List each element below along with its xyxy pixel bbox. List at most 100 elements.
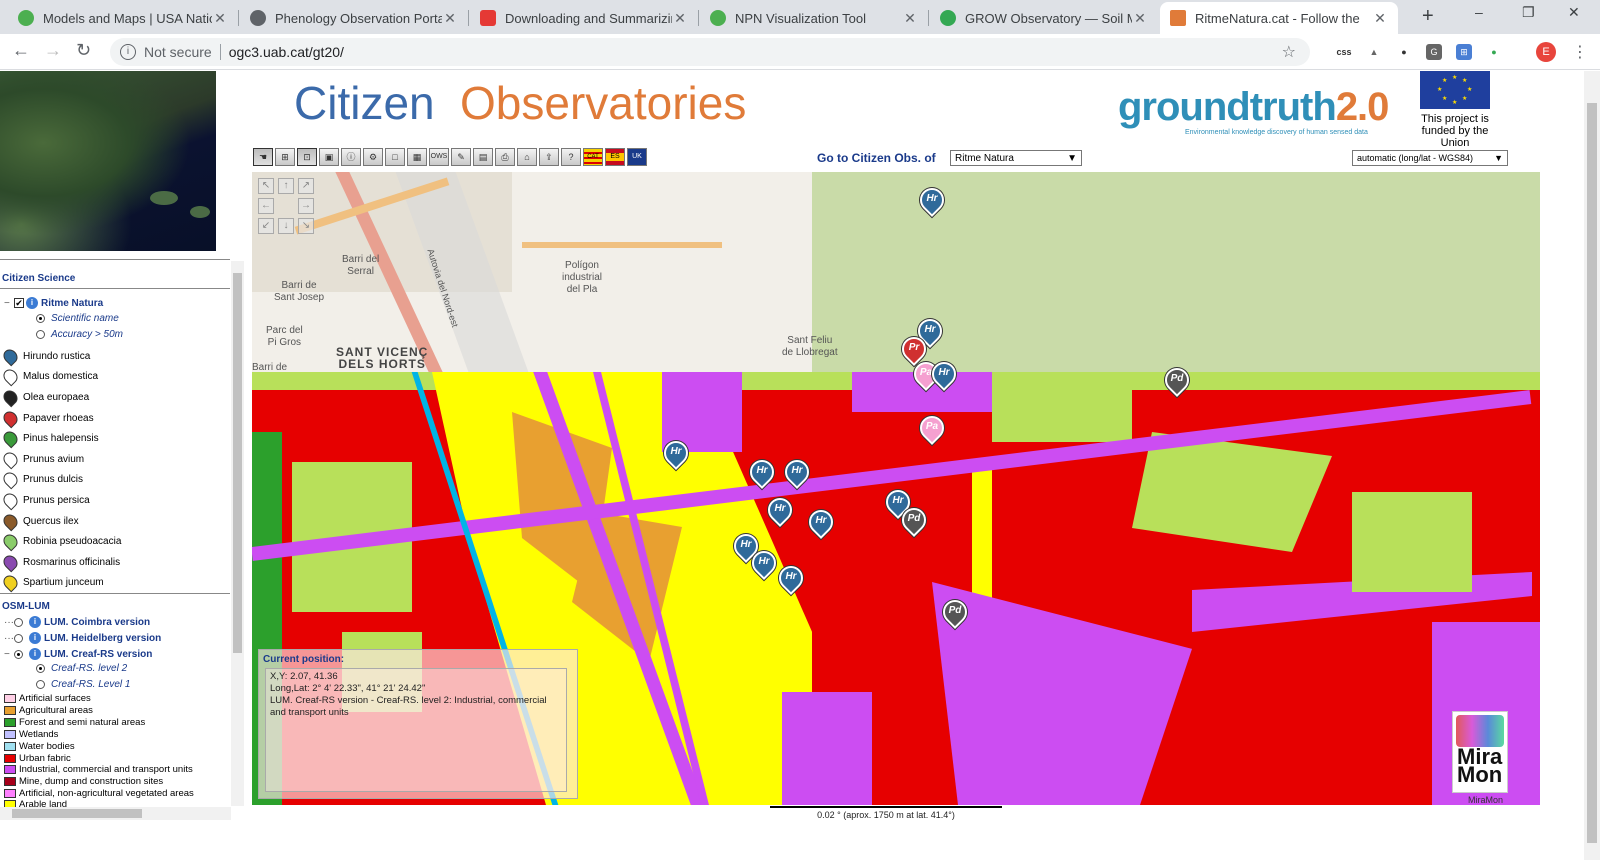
- observation-pin[interactable]: Hr: [780, 455, 814, 490]
- radio-button[interactable]: [14, 649, 23, 659]
- radio-button[interactable]: [14, 617, 23, 627]
- observation-pin[interactable]: Hr: [927, 357, 961, 392]
- upload-button[interactable]: ⇪: [539, 148, 559, 166]
- address-bar[interactable]: i Not secure ogc3.uab.cat/gt20/ ☆: [110, 38, 1310, 66]
- layer-info-icon[interactable]: i: [29, 632, 41, 644]
- layer-info-icon[interactable]: i: [26, 297, 38, 309]
- tab-close-icon[interactable]: ✕: [1132, 10, 1148, 27]
- crs-select[interactable]: automatic (long/lat - WGS84) ▼: [1352, 150, 1508, 166]
- forward-icon[interactable]: →: [44, 40, 62, 61]
- species-item: Malus domestica: [0, 366, 98, 387]
- layer-lum-creaf[interactable]: − i LUM. Creaf-RS version: [4, 648, 152, 660]
- tab-phenology[interactable]: Phenology Observation Porta ✕: [240, 2, 468, 34]
- bookmark-star-icon[interactable]: ☆: [1282, 42, 1296, 62]
- new-tab-button[interactable]: +: [1422, 5, 1434, 28]
- ows-button[interactable]: OWS: [429, 148, 449, 166]
- observation-pin[interactable]: Hr: [745, 455, 779, 490]
- tab-close-icon[interactable]: ✕: [902, 10, 918, 27]
- option-creaf-level1[interactable]: Creaf-RS. Level 1: [36, 679, 130, 690]
- observation-pin[interactable]: Pd: [938, 595, 972, 630]
- radio-button[interactable]: [14, 633, 23, 643]
- drive-extension-icon[interactable]: ▲: [1366, 44, 1382, 60]
- grid-button[interactable]: ▦: [407, 148, 427, 166]
- observation-pin[interactable]: Hr: [763, 493, 797, 528]
- css-extension-icon[interactable]: css: [1336, 44, 1352, 60]
- radio-button[interactable]: [36, 314, 45, 323]
- pan-e-icon[interactable]: →: [298, 198, 314, 214]
- radio-button[interactable]: [36, 664, 45, 673]
- green-extension-icon[interactable]: ●: [1486, 44, 1502, 60]
- pan-n-icon[interactable]: ↑: [278, 178, 294, 194]
- reload-icon[interactable]: ↻: [76, 40, 91, 61]
- tab-close-icon[interactable]: ✕: [212, 10, 228, 27]
- observation-pin[interactable]: Hr: [804, 505, 838, 540]
- layer-ritme-natura[interactable]: − ✔ i Ritme Natura: [4, 297, 103, 309]
- panel-horizontal-scrollbar[interactable]: [0, 807, 231, 820]
- observation-pin[interactable]: Pd: [1160, 363, 1194, 398]
- circle-extension-icon[interactable]: ●: [1396, 44, 1412, 60]
- overview-thumbnail[interactable]: [0, 71, 216, 251]
- position-textarea[interactable]: X,Y: 2.07, 41.36 Long,Lat: 2° 4' 22.33",…: [265, 668, 567, 792]
- menu-icon[interactable]: ⋮: [1572, 42, 1588, 62]
- tab-downloading[interactable]: Downloading and Summarizin ✕: [470, 2, 698, 34]
- radio-button[interactable]: [36, 330, 45, 339]
- profile-avatar[interactable]: E: [1536, 42, 1556, 62]
- back-icon[interactable]: ←: [12, 40, 30, 61]
- observation-pin[interactable]: Pa: [915, 411, 949, 446]
- pan-se-icon[interactable]: ↘: [298, 218, 314, 234]
- print-button[interactable]: ⎙: [495, 148, 515, 166]
- layer-lum-heidelberg[interactable]: ··· i LUM. Heidelberg version: [4, 632, 161, 644]
- lang-es-button[interactable]: ES: [605, 148, 625, 166]
- tab-grow[interactable]: GROW Observatory — Soil M ✕: [930, 2, 1158, 34]
- tab-ritmenatura[interactable]: RitmeNatura.cat - Follow the ✕: [1160, 2, 1398, 34]
- option-scientific-name[interactable]: Scientific name: [36, 313, 119, 324]
- window-button[interactable]: □: [385, 148, 405, 166]
- close-window-button[interactable]: ✕: [1568, 4, 1580, 21]
- layer-checkbox[interactable]: ✔: [14, 298, 24, 308]
- pan-s-icon[interactable]: ↓: [278, 218, 294, 234]
- maximize-button[interactable]: ❐: [1522, 4, 1535, 21]
- observation-pin[interactable]: Hr: [915, 183, 949, 218]
- observation-pin[interactable]: Pd: [897, 503, 931, 538]
- panel-vertical-scrollbar[interactable]: [231, 261, 244, 806]
- settings-button[interactable]: ⚙: [363, 148, 383, 166]
- species-item: Olea europaea: [0, 387, 89, 408]
- layer-info-icon[interactable]: i: [29, 648, 41, 660]
- zoom-extent-button[interactable]: ⊞: [275, 148, 295, 166]
- tab-close-icon[interactable]: ✕: [1372, 10, 1388, 27]
- tab-models-maps[interactable]: Models and Maps | USA Natio ✕: [8, 2, 238, 34]
- help-button[interactable]: ?: [561, 148, 581, 166]
- tab-close-icon[interactable]: ✕: [672, 10, 688, 27]
- observation-pin[interactable]: Hr: [659, 436, 693, 471]
- pan-ne-icon[interactable]: ↗: [298, 178, 314, 194]
- grid-extension-icon[interactable]: ⊞: [1456, 44, 1472, 60]
- layer-info-icon[interactable]: i: [29, 616, 41, 628]
- option-creaf-level2[interactable]: Creaf-RS. level 2: [36, 663, 127, 674]
- info-button[interactable]: ⓘ: [341, 148, 361, 166]
- tab-close-icon[interactable]: ✕: [442, 10, 458, 27]
- g-extension-icon[interactable]: G: [1426, 44, 1442, 60]
- goto-select[interactable]: Ritme Natura ▼: [950, 150, 1082, 166]
- hirundo-pin-icon: [0, 346, 21, 367]
- radio-button[interactable]: [36, 680, 45, 689]
- edit-button[interactable]: ✎: [451, 148, 471, 166]
- option-accuracy[interactable]: Accuracy > 50m: [36, 329, 123, 340]
- pan-tool-button[interactable]: ☚: [253, 148, 273, 166]
- lang-uk-button[interactable]: UK: [627, 148, 647, 166]
- lang-cat-button[interactable]: CAT: [583, 148, 603, 166]
- info-icon[interactable]: i: [120, 44, 136, 60]
- home-button[interactable]: ⌂: [517, 148, 537, 166]
- observation-pin[interactable]: Hr: [774, 561, 808, 596]
- observation-pin[interactable]: Hr: [747, 546, 781, 581]
- zoom-window-button[interactable]: ⊡: [297, 148, 317, 166]
- table-button[interactable]: ▤: [473, 148, 493, 166]
- pan-w-icon[interactable]: ←: [258, 198, 274, 214]
- tab-npn-viz[interactable]: NPN Visualization Tool ✕: [700, 2, 928, 34]
- pan-sw-icon[interactable]: ↙: [258, 218, 274, 234]
- url-text[interactable]: ogc3.uab.cat/gt20/: [229, 44, 344, 60]
- pan-nw-icon[interactable]: ↖: [258, 178, 274, 194]
- layer-lum-coimbra[interactable]: ··· i LUM. Coimbra version: [4, 616, 150, 628]
- view-button[interactable]: ▣: [319, 148, 339, 166]
- minimize-button[interactable]: –: [1475, 4, 1483, 20]
- page-vertical-scrollbar[interactable]: [1584, 71, 1600, 860]
